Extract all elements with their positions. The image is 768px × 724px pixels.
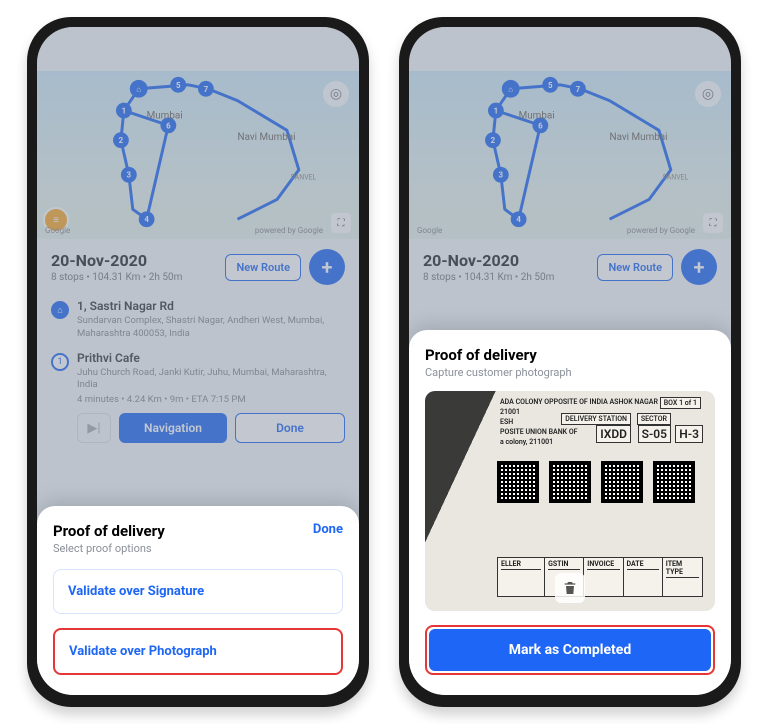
sheet-title: Proof of delivery — [425, 346, 715, 364]
phone-left: ⌂ 5 7 1 2 3 4 6 Mumbai Navi Mumbai PANVE… — [27, 17, 369, 707]
qr-code-icon — [497, 461, 539, 503]
mark-completed-button[interactable]: Mark as Completed — [429, 629, 711, 671]
qr-code-icon — [653, 461, 695, 503]
phone-screen-left: ⌂ 5 7 1 2 3 4 6 Mumbai Navi Mumbai PANVE… — [37, 27, 359, 695]
option-signature[interactable]: Validate over Signature — [53, 569, 343, 614]
captured-photo[interactable]: ADA COLONY OPPOSITE OF INDIA ASHOK NAGAR… — [425, 391, 715, 611]
phone-screen-right: ⌂ 5 7 1 2 3 4 6 Mumbai Navi Mumbai PANVE… — [409, 27, 731, 695]
invoice-table: ELLER GSTIN INVOICE DATE ITEM TYPE — [497, 557, 703, 597]
sheet-done-button[interactable]: Done — [313, 522, 343, 537]
mark-completed-wrapper: Mark as Completed — [425, 625, 715, 675]
trash-icon — [562, 580, 578, 596]
sheet-subtitle: Capture customer photograph — [425, 366, 715, 379]
sheet-title: Proof of delivery — [53, 522, 165, 540]
phone-right: ⌂ 5 7 1 2 3 4 6 Mumbai Navi Mumbai PANVE… — [399, 17, 741, 707]
option-photograph[interactable]: Validate over Photograph — [53, 628, 343, 675]
sheet-subtitle: Select proof options — [53, 542, 165, 555]
delete-photo-button[interactable] — [555, 573, 585, 603]
proof-options-sheet: Proof of delivery Select proof options D… — [37, 506, 359, 695]
proof-photo-sheet: Proof of delivery Capture customer photo… — [409, 330, 731, 695]
qr-code-icon — [549, 461, 591, 503]
qr-code-icon — [601, 461, 643, 503]
